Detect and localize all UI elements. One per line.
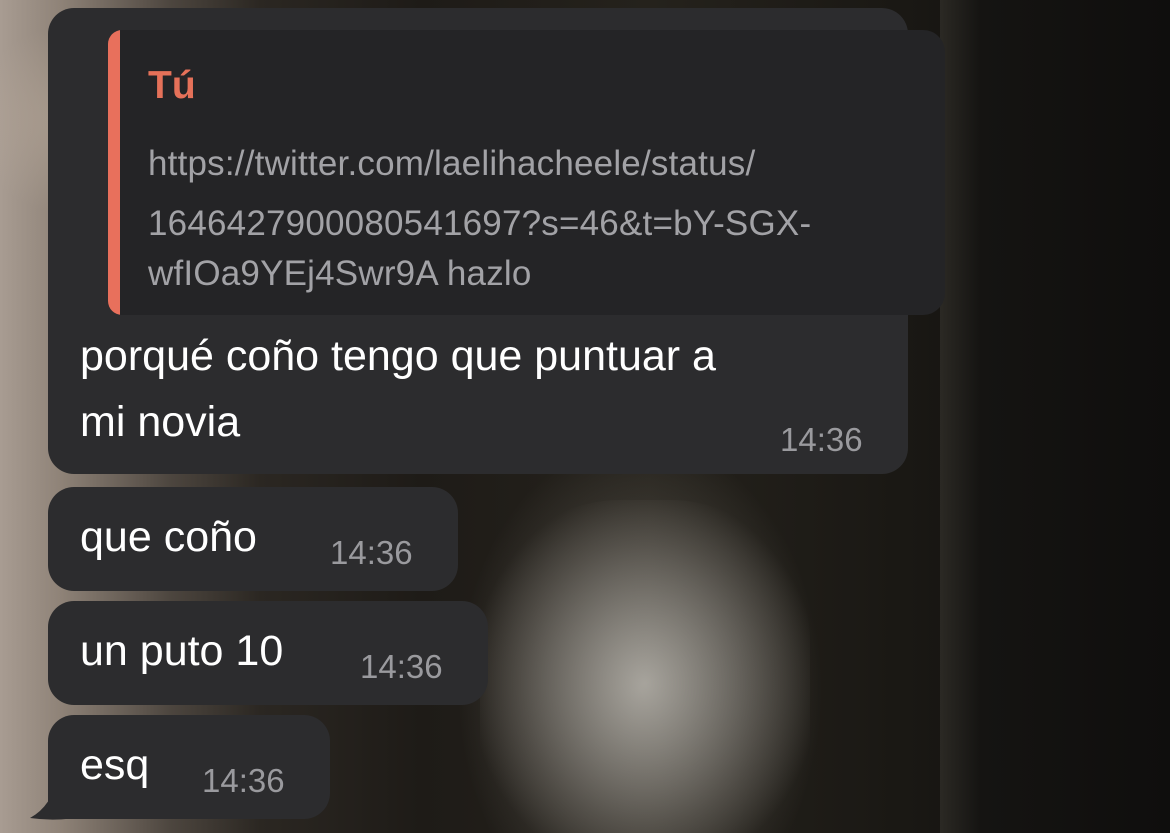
reply-author: Tú: [148, 64, 196, 107]
message-text-line: porqué coño tengo que puntuar a: [80, 332, 716, 380]
message-bubble[interactable]: que coño 14:36: [48, 487, 458, 591]
reply-text-line: 1646427900080541697?s=46&t=bY-SGX-: [148, 204, 812, 243]
message-text: esq: [80, 741, 150, 789]
reply-text-line: https://twitter.com/laelihacheele/status…: [148, 144, 756, 183]
message-timestamp: 14:36: [202, 762, 285, 799]
wallpaper-couple-figure: [480, 500, 810, 833]
message-bubble-last[interactable]: esq 14:36: [48, 715, 330, 819]
message-text: que coño: [80, 513, 257, 561]
message-timestamp: 14:36: [330, 534, 413, 571]
message-text: un puto 10: [80, 627, 284, 675]
message-timestamp: 14:36: [780, 421, 863, 458]
message-bubble-with-reply[interactable]: Tú https://twitter.com/laelihacheele/sta…: [48, 8, 945, 474]
wallpaper-dark-doorway: [940, 0, 1170, 833]
reply-quote[interactable]: Tú https://twitter.com/laelihacheele/sta…: [108, 30, 945, 315]
message-text-line: mi novia: [80, 398, 241, 446]
message-bubble[interactable]: un puto 10 14:36: [48, 601, 488, 705]
message-timestamp: 14:36: [360, 648, 443, 685]
reply-text-line: wfIOa9YEj4Swr9A hazlo: [148, 254, 532, 293]
reply-quote-accent-bar: [108, 30, 120, 315]
